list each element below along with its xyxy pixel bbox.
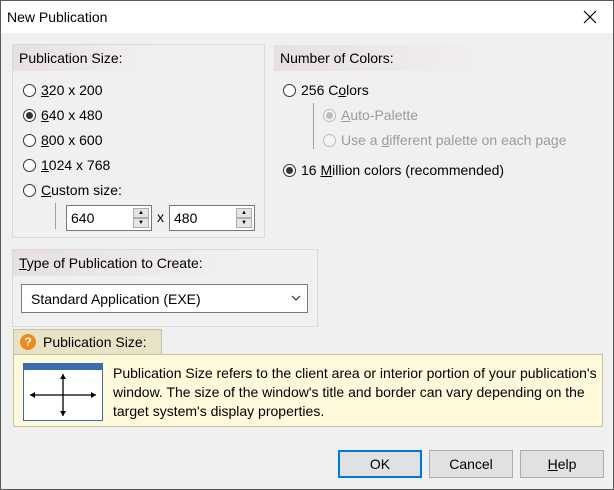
close-icon (583, 10, 597, 24)
title-bar: New Publication (1, 1, 613, 33)
publication-size-header: Publication Size: (13, 45, 159, 71)
radio-320x200[interactable]: 320 x 200 (23, 80, 103, 100)
custom-height-spinner[interactable]: 480 ▲ ▼ (169, 205, 255, 231)
radio-button[interactable] (323, 133, 336, 147)
radio-256-colors[interactable]: 256 Colors (283, 80, 369, 100)
radio-800x600[interactable]: 800 x 600 (23, 130, 103, 150)
publication-type-header: Type of Publication to Create: (13, 250, 249, 276)
palette-indent-line (313, 103, 314, 149)
radio-auto-palette[interactable]: Auto-Palette (323, 105, 418, 125)
radio-1024x768[interactable]: 1024 x 768 (23, 155, 110, 175)
radio-button[interactable] (23, 108, 36, 122)
help-button[interactable]: Help (520, 450, 604, 478)
radio-16-million-colors[interactable]: 16 Million colors (recommended) (283, 160, 504, 180)
radio-button[interactable] (283, 83, 296, 97)
radio-button[interactable] (23, 83, 36, 97)
publication-type-select[interactable]: Standard Application (EXE) (21, 284, 308, 313)
radio-label: 16 Million colors (recommended) (301, 162, 505, 178)
radio-label: 1024 x 768 (41, 157, 111, 173)
window-title: New Publication (7, 9, 108, 25)
radio-label: Auto-Palette (341, 107, 419, 123)
publication-type-value: Standard Application (EXE) (31, 291, 201, 307)
chevron-down-icon (291, 295, 301, 301)
new-publication-dialog: New Publication Publication Size: 320 x … (0, 0, 614, 490)
number-of-colors-header: Number of Colors: (274, 45, 506, 71)
ok-button[interactable]: OK (338, 450, 422, 478)
radio-button[interactable] (323, 108, 336, 122)
close-button[interactable] (567, 1, 613, 33)
radio-label: Custom size: (41, 182, 122, 198)
radio-custom-size[interactable]: Custom size: (23, 180, 122, 200)
custom-width-value[interactable]: 640 (71, 210, 94, 226)
radio-label: 800 x 600 (41, 132, 103, 148)
custom-height-value[interactable]: 480 (174, 210, 197, 226)
radio-different-palette[interactable]: Use a different palette on each page (323, 130, 566, 150)
help-panel: ? Publication Size: Publication Size ref… (12, 329, 604, 428)
spin-down-icon[interactable]: ▼ (133, 218, 149, 228)
custom-size-indent-line (55, 203, 56, 229)
help-body: Publication Size refers to the client ar… (13, 354, 603, 427)
radio-button[interactable] (283, 163, 296, 177)
radio-button[interactable] (23, 158, 36, 172)
radio-label: 320 x 200 (41, 82, 103, 98)
arrows-icon (30, 374, 96, 416)
radio-button[interactable] (23, 133, 36, 147)
help-tab: ? Publication Size: (13, 329, 162, 354)
spin-down-icon[interactable]: ▼ (236, 218, 252, 228)
custom-size-separator: x (157, 209, 164, 225)
help-text: Publication Size refers to the client ar… (113, 365, 597, 419)
custom-width-spinner[interactable]: 640 ▲ ▼ (66, 205, 152, 231)
cancel-button[interactable]: Cancel (429, 450, 513, 478)
spin-up-icon[interactable]: ▲ (236, 208, 252, 218)
help-tab-label: Publication Size: (43, 334, 147, 350)
question-icon: ? (20, 334, 36, 350)
radio-label: 256 Colors (301, 82, 369, 98)
radio-label: Use a different palette on each page (341, 132, 567, 148)
radio-button[interactable] (23, 183, 36, 197)
radio-label: 640 x 480 (41, 107, 103, 123)
window-preview-icon (23, 363, 103, 421)
spin-up-icon[interactable]: ▲ (133, 208, 149, 218)
radio-640x480[interactable]: 640 x 480 (23, 105, 103, 125)
